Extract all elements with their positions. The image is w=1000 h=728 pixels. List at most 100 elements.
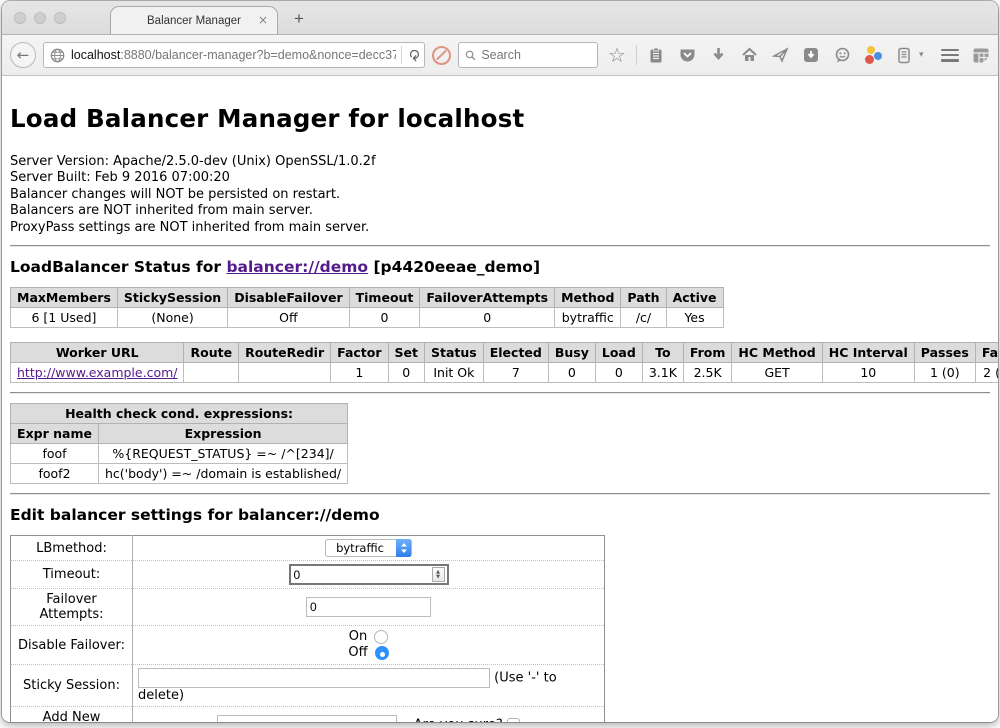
cell-hc-method: GET [732, 363, 822, 383]
form-row-sticky-session: Sticky Session: (Use '-' to delete) [11, 665, 605, 707]
page-content: Load Balancer Manager for localhost Serv… [2, 76, 998, 722]
cell-passes: 1 (0) [914, 363, 975, 383]
timeout-input[interactable] [291, 568, 432, 582]
form-row-disable-failover: Disable Failover: On Off [11, 626, 605, 665]
back-button[interactable]: ← [10, 42, 36, 68]
worker-table: Worker URL Route RouteRedir Factor Set S… [10, 342, 998, 383]
bookmark-star-icon[interactable]: ☆ [605, 45, 629, 65]
cell-expr-name: foof [11, 444, 99, 464]
col-set: Set [388, 343, 424, 363]
tile-tabs-icon[interactable] [969, 47, 993, 64]
url-text[interactable]: localhost:8880/balancer-manager?b=demo&n… [71, 48, 396, 62]
col-disablefailover: DisableFailover [228, 288, 349, 308]
url-host: localhost [71, 48, 120, 62]
edit-balancer-heading: Edit balancer settings for balancer://de… [10, 506, 990, 524]
form-row-failover-attempts: Failover Attempts: [11, 589, 605, 626]
sticky-session-input[interactable] [138, 668, 490, 688]
table-row: foof %{REQUEST_STATUS} =~ /^[234]/ [11, 444, 348, 464]
browser-window: Balancer Manager × + ← localhost:8880/ba… [2, 1, 998, 722]
menu-hamburger-icon[interactable] [938, 49, 962, 62]
download-icon[interactable] [706, 47, 730, 63]
chat-smiley-icon[interactable] [830, 47, 854, 63]
server-note-persist: Balancer changes will NOT be persisted o… [10, 187, 990, 203]
server-note-proxypass: ProxyPass settings are NOT inherited fro… [10, 220, 990, 236]
cell-failoverattempts: 0 [420, 308, 555, 328]
cell-expression: %{REQUEST_STATUS} =~ /^[234]/ [99, 444, 348, 464]
col-passes: Passes [914, 343, 975, 363]
add-worker-input[interactable] [217, 715, 397, 722]
failover-attempts-input[interactable] [306, 597, 431, 617]
radio-on-label: On [349, 629, 367, 645]
cell-expr-name: foof2 [11, 464, 99, 484]
send-plane-icon[interactable] [768, 47, 792, 63]
col-maxmembers: MaxMembers [11, 288, 118, 308]
col-routeredir: RouteRedir [239, 343, 331, 363]
tab-title: Balancer Manager [147, 15, 241, 27]
col-from: From [683, 343, 732, 363]
health-table-title: Health check cond. expressions: [11, 404, 348, 424]
cell-path: /c/ [621, 308, 666, 328]
col-busy: Busy [548, 343, 595, 363]
number-stepper-icon[interactable]: ▲▼ [432, 567, 445, 582]
col-path: Path [621, 288, 666, 308]
are-you-sure-checkbox[interactable] [507, 718, 520, 722]
minimize-window-button[interactable] [34, 12, 46, 24]
zoom-window-button[interactable] [54, 12, 66, 24]
table-header-row: MaxMembers StickySession DisableFailover… [11, 288, 724, 308]
colored-dots-extension-icon[interactable] [861, 46, 885, 64]
table-row: foof2 hc('body') =~ /domain is establish… [11, 464, 348, 484]
worker-url-link[interactable]: http://www.example.com/ [17, 365, 177, 380]
cell-method: bytraffic [555, 308, 621, 328]
health-check-table: Health check cond. expressions: Expr nam… [10, 403, 348, 484]
sticky-session-label: Sticky Session: [11, 665, 133, 707]
cell-routeredir [239, 363, 331, 383]
col-to: To [642, 343, 683, 363]
form-row-add-worker: Add New Worker: Are you sure? [11, 707, 605, 722]
col-method: Method [555, 288, 621, 308]
titlebar: Balancer Manager × + [2, 1, 998, 35]
disable-failover-label: Disable Failover: [11, 626, 133, 665]
new-tab-button[interactable]: + [294, 9, 304, 29]
home-icon[interactable] [737, 47, 761, 63]
clipboard-icon[interactable] [644, 47, 668, 64]
server-note-inherit: Balancers are NOT inherited from main se… [10, 203, 990, 219]
select-arrows-icon [396, 539, 411, 557]
lbmethod-select[interactable]: bytraffic [325, 539, 412, 557]
tab-close-icon[interactable]: × [258, 14, 268, 26]
server-built: Server Built: Feb 9 2016 07:00:20 [10, 170, 990, 186]
disable-failover-on-radio[interactable] [374, 630, 388, 644]
col-failoverattempts: FailoverAttempts [420, 288, 555, 308]
notes-panel-icon[interactable] [892, 47, 916, 64]
content-blocker-icon[interactable] [432, 46, 451, 65]
divider [10, 392, 990, 394]
server-version: Server Version: Apache/2.5.0-dev (Unix) … [10, 154, 990, 170]
cell-expression: hc('body') =~ /domain is established/ [99, 464, 348, 484]
search-bar[interactable] [458, 42, 598, 68]
pocket-icon[interactable] [675, 47, 699, 63]
radio-off-label: Off [348, 645, 367, 661]
col-timeout: Timeout [349, 288, 420, 308]
col-stickysession: StickySession [117, 288, 227, 308]
square-download-icon[interactable] [799, 47, 823, 63]
cell-timeout: 0 [349, 308, 420, 328]
col-status: Status [425, 343, 484, 363]
tab-balancer-manager[interactable]: Balancer Manager × [110, 6, 278, 35]
cell-status: Init Ok [425, 363, 484, 383]
reload-icon[interactable]: ⟳ [406, 49, 421, 62]
disable-failover-off-radio[interactable] [375, 646, 389, 660]
chevron-down-icon[interactable]: ▾ [919, 50, 924, 60]
balancer-demo-link[interactable]: balancer://demo [226, 258, 368, 276]
col-active: Active [666, 288, 723, 308]
url-bar[interactable]: localhost:8880/balancer-manager?b=demo&n… [43, 42, 425, 68]
col-route: Route [184, 343, 239, 363]
navigation-toolbar: ← localhost:8880/balancer-manager?b=demo… [2, 35, 998, 76]
cell-busy: 0 [548, 363, 595, 383]
cell-route [184, 363, 239, 383]
cell-maxmembers: 6 [1 Used] [11, 308, 118, 328]
close-window-button[interactable] [14, 12, 26, 24]
add-worker-label: Add New Worker: [11, 707, 133, 722]
are-you-sure-label: Are you sure? [414, 718, 503, 722]
search-input[interactable] [481, 48, 591, 62]
cell-from: 2.5K [683, 363, 732, 383]
status-heading-suffix: [p4420eeae_demo] [368, 258, 540, 276]
